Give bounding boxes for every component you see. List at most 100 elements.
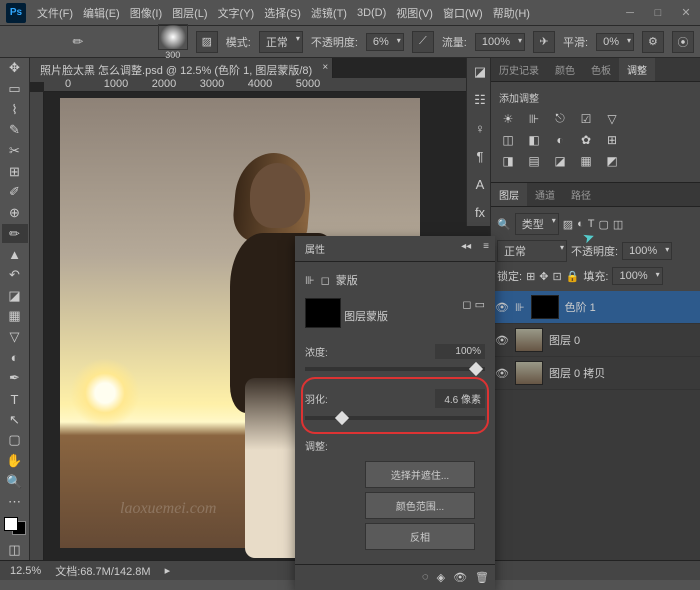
- bw-icon[interactable]: ◧: [525, 132, 543, 147]
- tab-swatches[interactable]: 色板: [583, 58, 619, 81]
- layer-thumb[interactable]: [515, 361, 543, 385]
- text-tool[interactable]: T: [2, 390, 28, 409]
- gradient-tool[interactable]: ▦: [2, 307, 28, 326]
- layer-filter-select[interactable]: 类型: [515, 213, 559, 235]
- menu-file[interactable]: 文件(F): [32, 5, 78, 21]
- layer-thumb[interactable]: [515, 328, 543, 352]
- menu-select[interactable]: 选择(S): [259, 5, 306, 21]
- mask-icon[interactable]: ◻: [321, 274, 330, 287]
- marquee-tool[interactable]: ▭: [2, 80, 28, 99]
- layer-row[interactable]: 👁 ⊪ 色阶 1: [491, 291, 700, 324]
- layer-row[interactable]: 👁 图层 0: [491, 324, 700, 357]
- stamp-tool[interactable]: ▲: [2, 245, 28, 264]
- layer-row[interactable]: 👁 图层 0 拷贝: [491, 357, 700, 390]
- tab-paths[interactable]: 路径: [563, 183, 599, 206]
- flow-field[interactable]: 100%: [475, 33, 525, 51]
- layer-opacity-field[interactable]: 100%: [622, 242, 672, 260]
- smooth-field[interactable]: 0%: [596, 33, 634, 51]
- search-icon[interactable]: 🔍: [497, 218, 511, 231]
- panel-menu-icon[interactable]: ≡: [477, 236, 495, 261]
- menu-window[interactable]: 窗口(W): [438, 5, 488, 21]
- blur-tool[interactable]: ▽: [2, 328, 28, 347]
- menu-layer[interactable]: 图层(L): [167, 5, 212, 21]
- filter-smart-icon[interactable]: ◫: [613, 218, 623, 231]
- panel-icon[interactable]: fx: [467, 199, 493, 225]
- eye-icon[interactable]: 👁: [495, 367, 509, 380]
- crop-tool[interactable]: ✂: [2, 142, 28, 161]
- panel-icon[interactable]: A: [467, 171, 493, 197]
- lasso-tool[interactable]: ⌇: [2, 100, 28, 119]
- layer-mask-thumb[interactable]: [531, 295, 559, 319]
- gear-icon[interactable]: ⚙: [642, 31, 664, 53]
- status-arrow-icon[interactable]: ▸: [165, 564, 171, 577]
- filter-pixel-icon[interactable]: ▨: [563, 218, 573, 231]
- move-tool[interactable]: ✥: [2, 59, 28, 78]
- zoom-tool[interactable]: 🔍: [2, 472, 28, 491]
- menu-3d[interactable]: 3D(D): [352, 7, 391, 19]
- zoom-level[interactable]: 12.5%: [10, 565, 41, 577]
- opacity-field[interactable]: 6%: [366, 33, 404, 51]
- airbrush-icon[interactable]: ✈: [533, 31, 555, 53]
- pressure-size-icon[interactable]: ⦿: [672, 31, 694, 53]
- path-select-tool[interactable]: ↖: [2, 410, 28, 429]
- frame-tool[interactable]: ⊞: [2, 162, 28, 181]
- healing-tool[interactable]: ⊕: [2, 204, 28, 223]
- select-and-mask-button[interactable]: 选择并遮住...: [365, 461, 475, 488]
- feather-slider[interactable]: [305, 416, 485, 420]
- quick-select-tool[interactable]: ✎: [2, 121, 28, 140]
- tab-history[interactable]: 历史记录: [491, 58, 547, 81]
- tool-preset-icon[interactable]: ✏: [65, 31, 91, 53]
- feather-field[interactable]: 4.6 像素: [435, 389, 485, 408]
- hand-tool[interactable]: ✋: [2, 452, 28, 471]
- color-swatch[interactable]: [4, 517, 26, 536]
- maximize-button[interactable]: □: [644, 3, 672, 23]
- tab-layers[interactable]: 图层: [491, 183, 527, 206]
- delete-mask-icon[interactable]: 🗑: [475, 571, 489, 584]
- brightness-icon[interactable]: ☀: [499, 111, 517, 126]
- lock-pixels-icon[interactable]: ⊞: [526, 270, 535, 283]
- panel-icon[interactable]: ☷: [467, 87, 493, 113]
- tab-adjustments[interactable]: 调整: [619, 58, 655, 81]
- brush-tool[interactable]: ✏: [2, 224, 28, 243]
- load-selection-icon[interactable]: ◌: [422, 571, 429, 584]
- eye-icon[interactable]: 👁: [495, 334, 509, 347]
- layer-name[interactable]: 色阶 1: [565, 299, 596, 315]
- menu-help[interactable]: 帮助(H): [488, 5, 535, 21]
- lock-artboard-icon[interactable]: ⊡: [553, 270, 562, 283]
- layer-name[interactable]: 图层 0: [549, 332, 580, 348]
- invert-icon[interactable]: ◨: [499, 153, 517, 168]
- collapse-icon[interactable]: ◂◂: [455, 236, 477, 261]
- panel-icon[interactable]: ◪: [467, 59, 493, 85]
- brush-panel-icon[interactable]: ▨: [196, 31, 218, 53]
- menu-filter[interactable]: 滤镜(T): [306, 5, 352, 21]
- brush-preview[interactable]: [158, 24, 188, 50]
- eraser-tool[interactable]: ◪: [2, 286, 28, 305]
- color-range-button[interactable]: 颜色范围...: [365, 492, 475, 519]
- layer-fill-field[interactable]: 100%: [612, 267, 662, 285]
- apply-mask-icon[interactable]: ◈: [437, 571, 445, 584]
- threshold-icon[interactable]: ◪: [551, 153, 569, 168]
- hue-icon[interactable]: ◫: [499, 132, 517, 147]
- levels-icon[interactable]: ⊪: [525, 111, 543, 126]
- filter-shape-icon[interactable]: ▢: [599, 218, 609, 231]
- posterize-icon[interactable]: ▤: [525, 153, 543, 168]
- lock-all-icon[interactable]: 🔒: [566, 270, 580, 283]
- pen-tool[interactable]: ✒: [2, 369, 28, 388]
- tab-channels[interactable]: 通道: [527, 183, 563, 206]
- photo-filter-icon[interactable]: ◐: [551, 132, 569, 147]
- eye-icon[interactable]: 👁: [495, 301, 509, 314]
- gradient-map-icon[interactable]: ▦: [577, 153, 595, 168]
- mask-thumbnail[interactable]: [305, 298, 341, 328]
- channel-mixer-icon[interactable]: ✿: [577, 132, 595, 147]
- curves-icon[interactable]: ⎋: [551, 111, 569, 126]
- levels-icon[interactable]: ⊪: [305, 274, 315, 287]
- history-brush-tool[interactable]: ↶: [2, 266, 28, 285]
- menu-edit[interactable]: 编辑(E): [78, 5, 125, 21]
- filter-adjust-icon[interactable]: ◐: [577, 218, 584, 230]
- vector-mask-icon[interactable]: ▭: [475, 299, 485, 311]
- more-tools[interactable]: ⋯: [2, 493, 28, 512]
- vibrance-icon[interactable]: ▽: [603, 111, 621, 126]
- lookup-icon[interactable]: ⊞: [603, 132, 621, 147]
- eyedropper-tool[interactable]: ✐: [2, 183, 28, 202]
- selective-color-icon[interactable]: ◩: [603, 153, 621, 168]
